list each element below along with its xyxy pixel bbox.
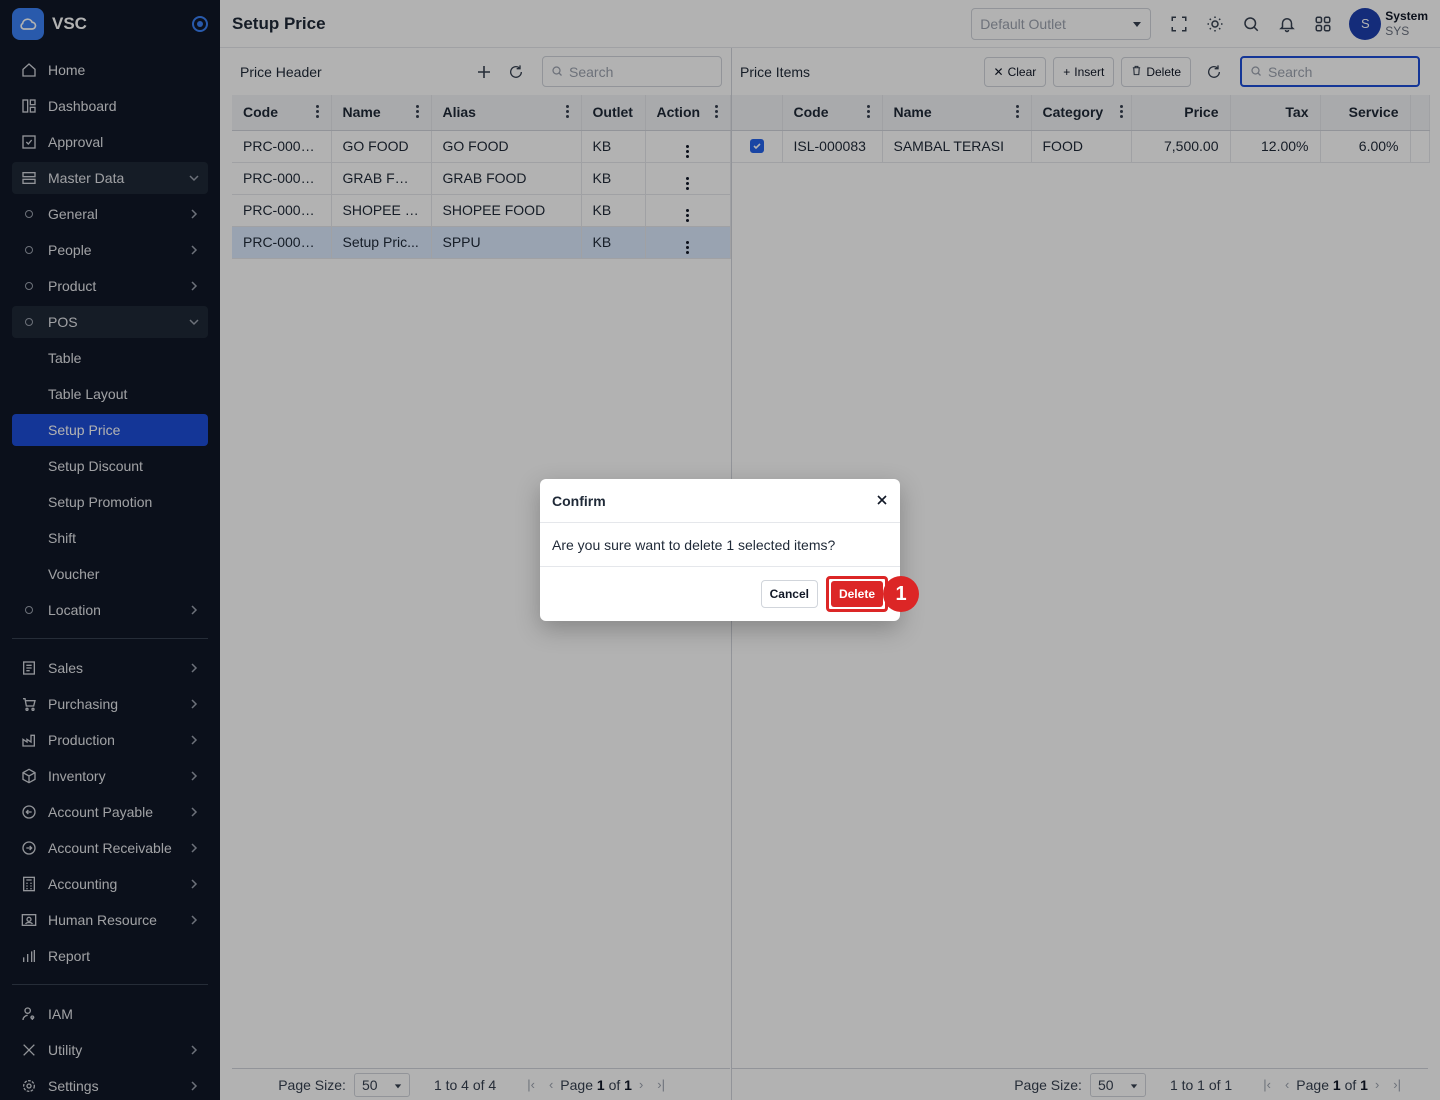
cancel-button[interactable]: Cancel	[760, 580, 818, 608]
dialog-body: Are you sure want to delete 1 selected i…	[540, 523, 900, 567]
dialog-title: Confirm	[552, 492, 606, 509]
dialog-message: Are you sure want to delete 1 selected i…	[552, 536, 836, 553]
confirm-dialog: Confirm Are you sure want to delete 1 se…	[540, 479, 900, 621]
close-icon[interactable]	[876, 493, 888, 509]
step-badge: 1	[883, 576, 919, 612]
delete-button-highlight: Delete	[825, 576, 888, 612]
confirm-delete-button[interactable]: Delete	[830, 581, 883, 607]
dialog-header: Confirm	[540, 479, 900, 523]
dialog-footer: Cancel Delete	[540, 567, 900, 621]
